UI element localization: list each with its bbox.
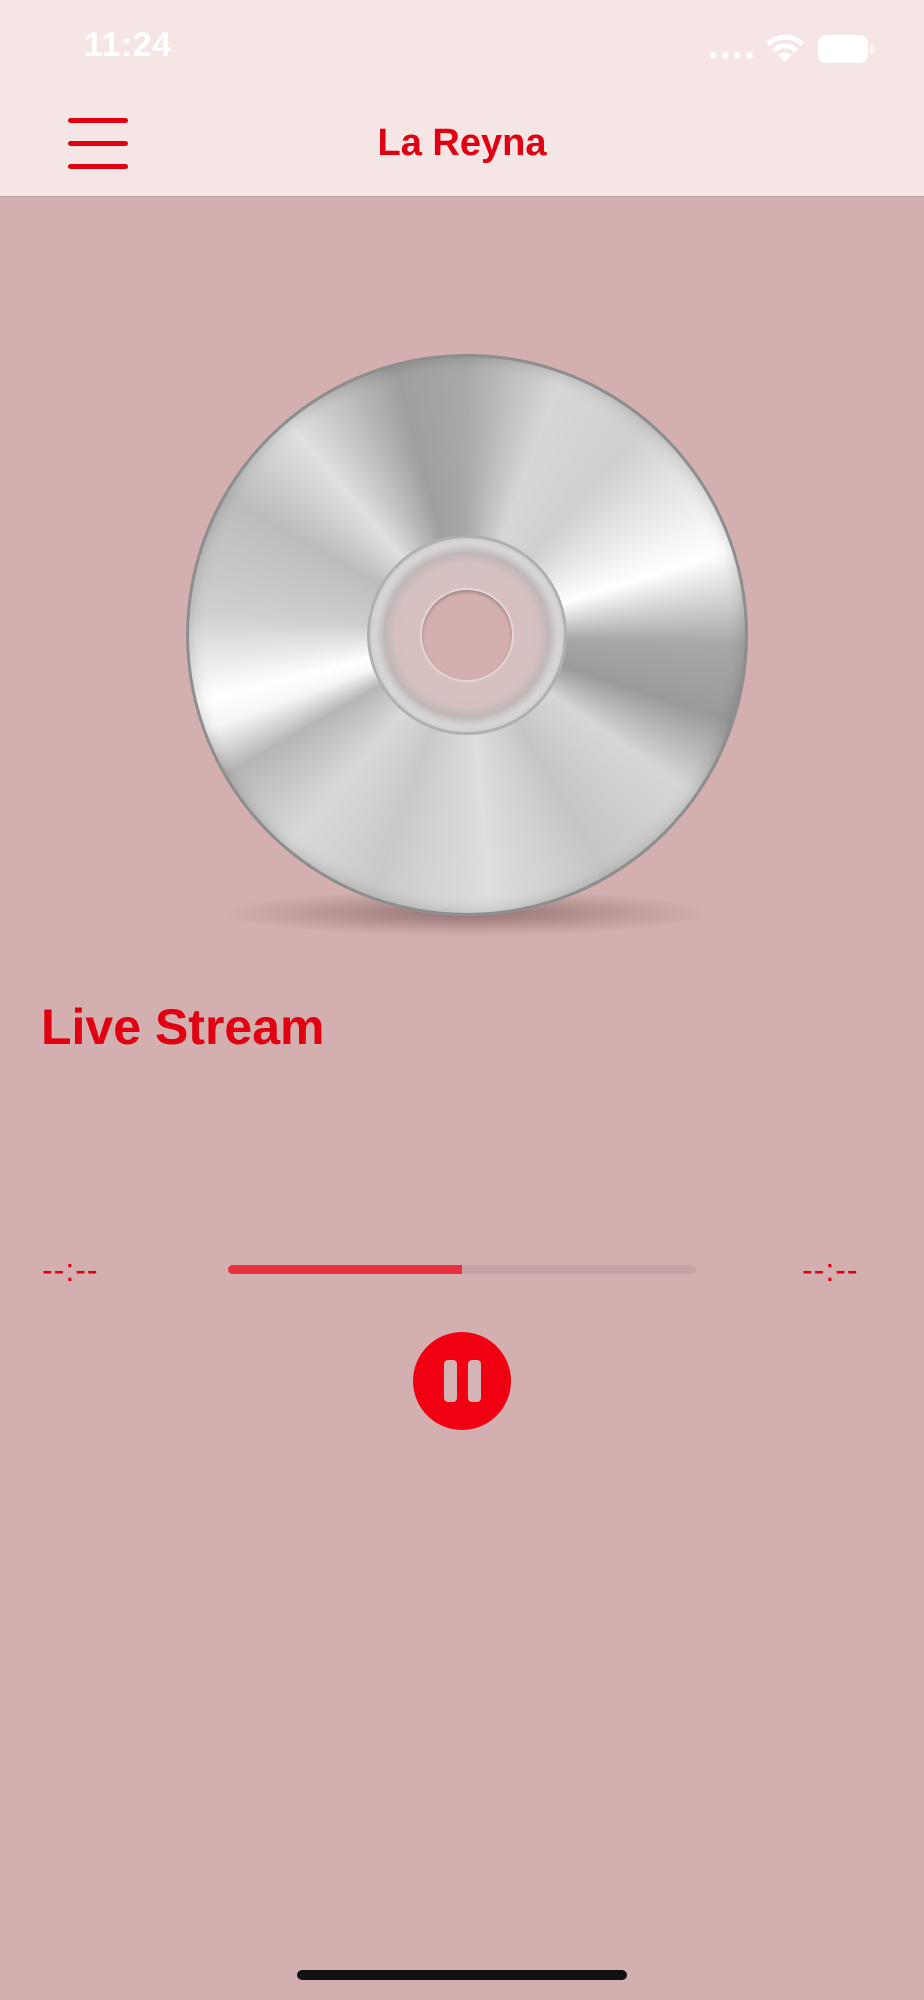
progress-fill <box>228 1265 462 1274</box>
album-art <box>186 354 748 936</box>
battery-icon <box>818 35 874 63</box>
progress-slider[interactable] <box>228 1265 696 1274</box>
compact-disc-icon <box>186 354 748 916</box>
pause-button[interactable] <box>413 1332 511 1430</box>
top-bar: 11:24 La Reyna <box>0 0 924 197</box>
stream-title: Live Stream <box>41 999 325 1055</box>
signal-dots-icon <box>710 52 758 62</box>
wifi-icon <box>766 34 804 62</box>
home-indicator <box>297 1970 627 1980</box>
page-title: La Reyna <box>377 122 547 164</box>
disc-center-hole <box>422 590 512 680</box>
elapsed-time: --:-- <box>42 1252 99 1288</box>
status-time: 11:24 <box>84 26 172 64</box>
remaining-time: --:-- <box>802 1252 859 1288</box>
